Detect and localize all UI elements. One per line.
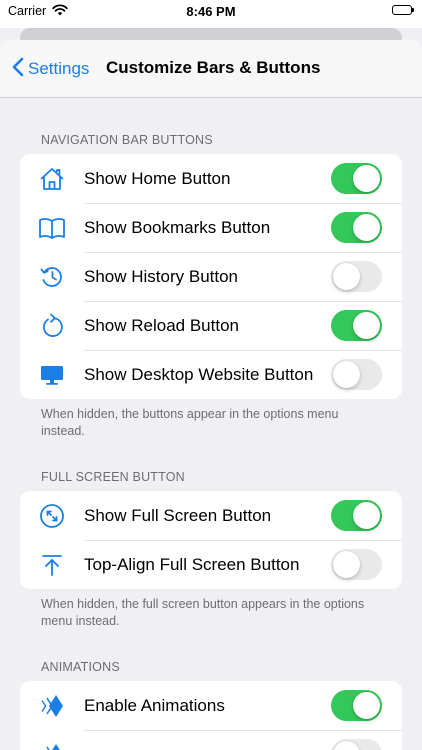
desktop-icon	[20, 350, 84, 399]
row-show-full-screen-button: Show Full Screen Button	[20, 491, 402, 540]
section-header-full-screen-button: FULL SCREEN BUTTON	[41, 470, 185, 484]
section-footer: When hidden, the buttons appear in the o…	[41, 407, 339, 438]
top-align-full-screen-button-toggle[interactable]	[331, 549, 382, 580]
row-label: Top-Align Full Screen Button	[84, 554, 300, 574]
show-history-button-toggle[interactable]	[331, 261, 382, 292]
show-bookmarks-button-toggle[interactable]	[331, 212, 382, 243]
row-label: Show History Button	[84, 266, 239, 286]
row-top-align-full-screen-button: Top-Align Full Screen Button	[20, 540, 402, 589]
section-header-navigation-bar-buttons: NAVIGATION BAR BUTTONS	[41, 133, 213, 147]
row-animations-option-partial	[20, 730, 402, 750]
home-icon	[20, 154, 84, 203]
navigation-bar-buttons-group: Show Home Button Show Bookmarks Button S…	[20, 154, 402, 399]
show-desktop-website-button-toggle[interactable]	[331, 359, 382, 390]
show-reload-button-toggle[interactable]	[331, 310, 382, 341]
row-label: Show Full Screen Button	[84, 505, 272, 525]
settings-sheet: Settings Customize Bars & Buttons NAVIGA…	[0, 40, 422, 750]
chevron-left-icon	[12, 57, 24, 82]
row-show-history-button: Show History Button	[20, 252, 402, 301]
section-footer: When hidden, the full screen button appe…	[41, 597, 365, 628]
back-label: Settings	[28, 59, 90, 78]
row-show-home-button: Show Home Button	[20, 154, 402, 203]
animation-icon	[20, 730, 84, 750]
row-label: Show Reload Button	[84, 315, 239, 335]
navigation-bar: Settings Customize Bars & Buttons	[0, 40, 422, 98]
page-title: Customize Bars & Buttons	[106, 58, 321, 77]
reload-icon	[20, 301, 84, 350]
book-icon	[20, 203, 84, 252]
row-label: Show Home Button	[84, 168, 231, 188]
clock: 8:46 PM	[186, 4, 236, 19]
show-home-button-toggle[interactable]	[331, 163, 382, 194]
row-show-bookmarks-button: Show Bookmarks Button	[20, 203, 402, 252]
fullscreen-icon	[20, 491, 84, 540]
section-header-animations: ANIMATIONS	[41, 660, 120, 674]
arrow-up-to-line-icon	[20, 540, 84, 589]
back-button[interactable]: Settings	[12, 57, 89, 81]
show-full-screen-button-toggle[interactable]	[331, 500, 382, 531]
row-label: Show Desktop Website Button	[84, 364, 314, 384]
row-enable-animations: Enable Animations	[20, 681, 402, 730]
enable-animations-toggle[interactable]	[331, 690, 382, 721]
full-screen-button-group: Show Full Screen Button Top-Align Full S…	[20, 491, 402, 589]
animations-group: Enable Animations	[20, 681, 402, 750]
row-show-desktop-website-button: Show Desktop Website Button	[20, 350, 402, 399]
row-label: Show Bookmarks Button	[84, 217, 271, 237]
status-bar: Carrier 8:46 PM	[0, 0, 422, 28]
history-icon	[20, 252, 84, 301]
animation-option-toggle[interactable]	[331, 739, 382, 750]
animation-icon	[20, 681, 84, 730]
battery-icon	[392, 5, 414, 15]
row-label: Enable Animations	[84, 695, 225, 715]
row-show-reload-button: Show Reload Button	[20, 301, 402, 350]
